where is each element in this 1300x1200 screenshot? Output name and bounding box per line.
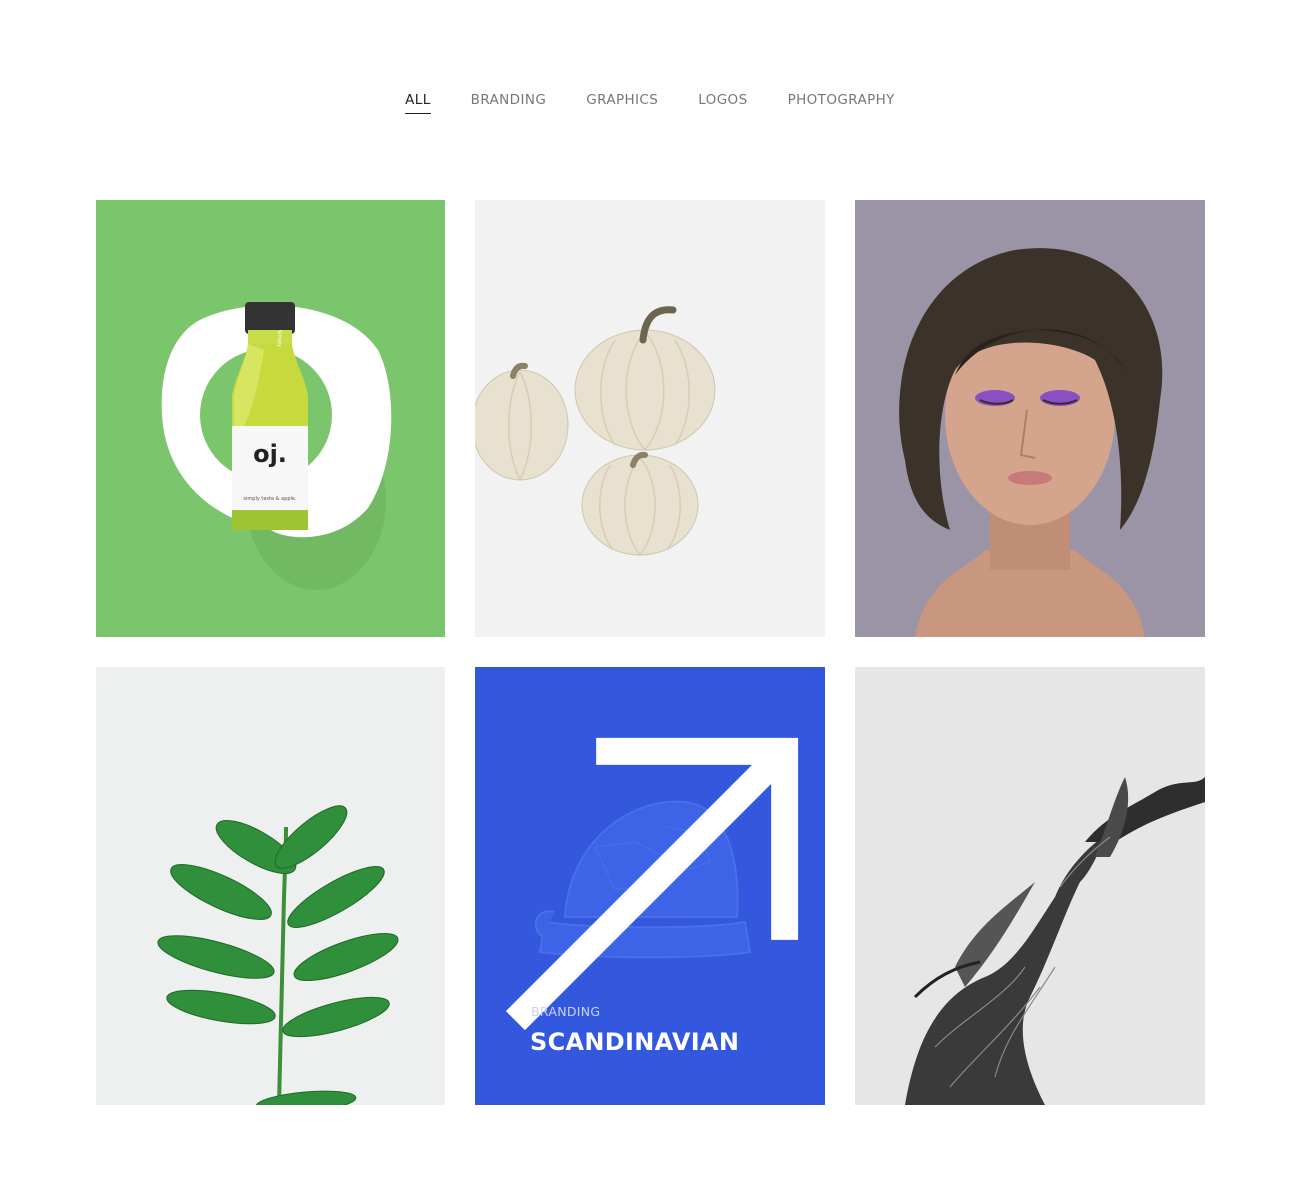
filter-graphics[interactable]: GRAPHICS: [586, 92, 658, 113]
portfolio-item-portrait[interactable]: [855, 200, 1205, 637]
driftwood-image: [855, 667, 1205, 1105]
juice-bottle-image: oj. simply taste & apple. Simply: [96, 200, 445, 637]
hover-overlay: BRANDING SCANDINAVIAN: [475, 667, 825, 1105]
portfolio-item-plant[interactable]: [96, 667, 445, 1105]
portfolio-item-scandinavian[interactable]: BRANDING SCANDINAVIAN: [475, 667, 825, 1105]
item-category: BRANDING: [531, 1004, 601, 1019]
white-pumpkins-image: [475, 200, 825, 637]
portfolio-item-driftwood[interactable]: [855, 667, 1205, 1105]
portrait-image: [855, 200, 1205, 637]
svg-text:simply taste & apple.: simply taste & apple.: [243, 496, 297, 502]
svg-text:Simply: Simply: [276, 330, 282, 347]
filter-branding[interactable]: BRANDING: [471, 92, 547, 113]
portfolio-item-juice-bottle[interactable]: oj. simply taste & apple. Simply: [96, 200, 445, 637]
bottle-label-text: oj.: [253, 440, 287, 468]
portfolio-item-pumpkins[interactable]: [475, 200, 825, 637]
filter-logos[interactable]: LOGOS: [698, 92, 747, 113]
portfolio-grid: oj. simply taste & apple. Simply BRANDIN…: [96, 200, 1205, 1105]
filter-photography[interactable]: PHOTOGRAPHY: [788, 92, 895, 113]
portfolio-filter-nav: ALL BRANDING GRAPHICS LOGOS PHOTOGRAPHY: [0, 92, 1300, 114]
filter-all[interactable]: ALL: [405, 92, 432, 114]
green-plant-image: [96, 667, 445, 1105]
item-title[interactable]: SCANDINAVIAN: [530, 1028, 739, 1056]
